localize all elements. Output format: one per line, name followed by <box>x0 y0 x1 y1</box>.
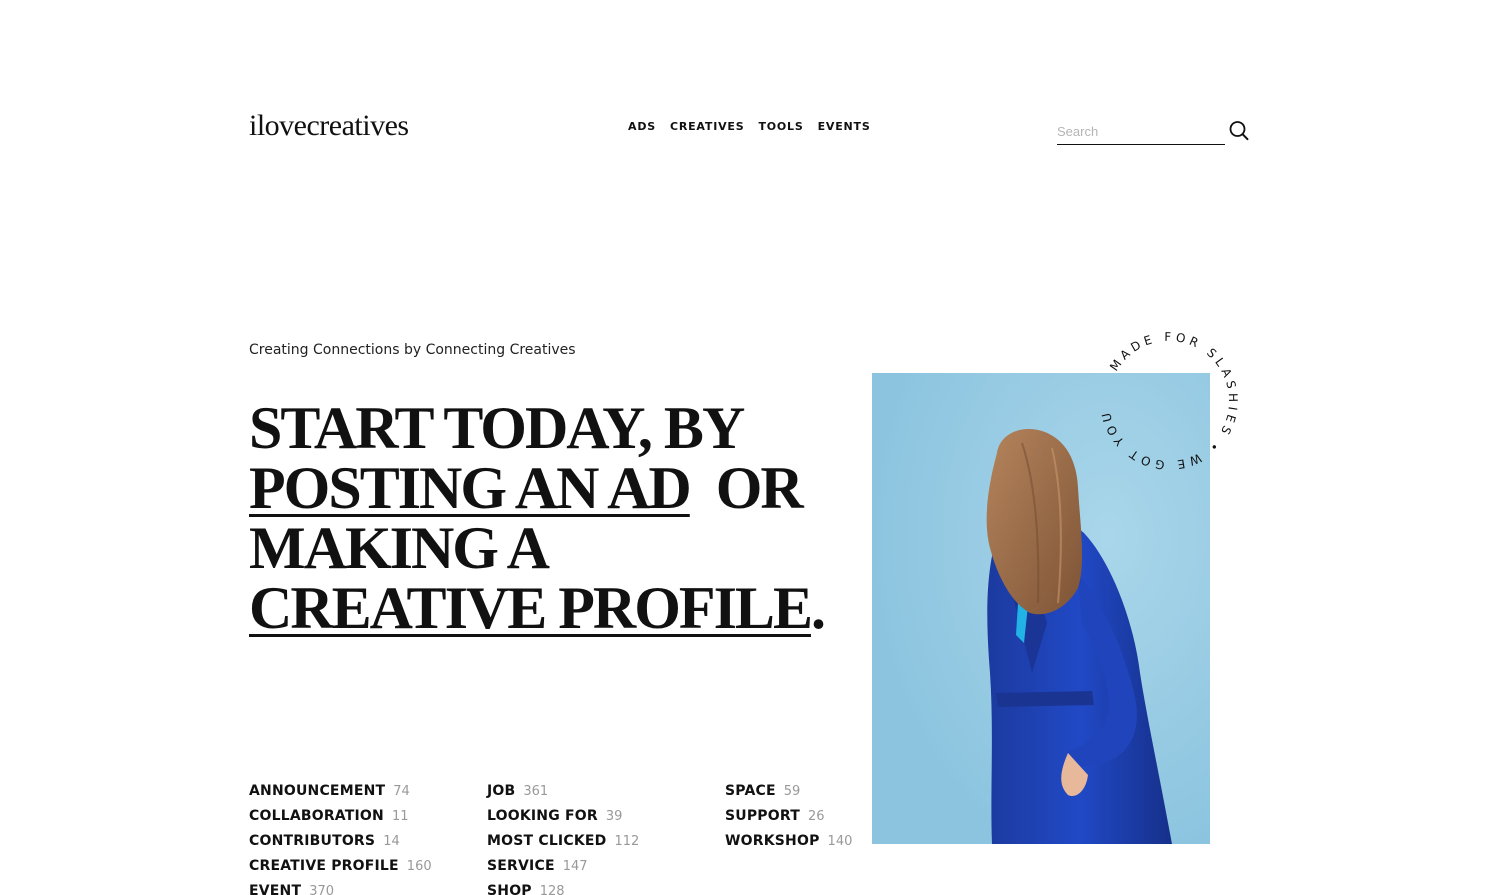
category-count: 147 <box>562 859 588 874</box>
category-count: 112 <box>614 834 640 849</box>
search-input[interactable] <box>1057 118 1225 144</box>
category-count: 11 <box>391 809 409 824</box>
category-item-creative-profile[interactable]: CREATIVE PROFILE 160 <box>249 858 487 883</box>
category-item-service[interactable]: SERVICE 147 <box>487 858 725 883</box>
category-count: 74 <box>393 784 410 799</box>
category-count: 14 <box>383 834 400 849</box>
category-label: SHOP <box>487 883 532 895</box>
category-item-most-clicked[interactable]: MOST CLICKED 112 <box>487 833 725 858</box>
hero-line-3: MAKING A <box>249 515 550 581</box>
category-label: SUPPORT <box>725 808 800 824</box>
category-count: 128 <box>539 884 565 895</box>
hero-line-2: POSTING AN AD OR <box>249 458 849 518</box>
category-count: 39 <box>605 809 623 824</box>
category-item-job[interactable]: JOB 361 <box>487 783 725 808</box>
svg-text:MADE FOR SLASHIES • WE GOT YOU: MADE FOR SLASHIES • WE GOT YOU <box>1098 330 1240 472</box>
category-item-shop[interactable]: SHOP 128 <box>487 883 725 895</box>
category-column: JOB 361 LOOKING FOR 39 MOST CLICKED 112 SER… <box>487 783 725 895</box>
search-icon <box>1229 121 1249 141</box>
hero-line-1: START TODAY, BY <box>249 395 745 461</box>
made-for-slashies-badge: MADE FOR SLASHIES • WE GOT YOU <box>1098 330 1240 472</box>
category-count: 370 <box>309 884 335 895</box>
hero-heading: START TODAY, BY POSTING AN AD OR MAKING … <box>249 398 849 638</box>
tagline: Creating Connections by Connecting Creat… <box>249 342 576 358</box>
category-label: LOOKING FOR <box>487 808 598 824</box>
category-label: SERVICE <box>487 858 555 874</box>
category-count: 59 <box>783 784 801 799</box>
nav-item-creatives[interactable]: CREATIVES <box>670 120 744 134</box>
category-label: WORKSHOP <box>725 833 820 849</box>
category-count: 140 <box>827 834 853 849</box>
category-label: MOST CLICKED <box>487 833 607 849</box>
nav-item-tools[interactable]: TOOLS <box>758 120 803 134</box>
category-count: 160 <box>406 859 432 874</box>
creative-profile-link[interactable]: CREATIVE PROFILE <box>249 575 813 641</box>
category-item-contributors[interactable]: CONTRIBUTORS 14 <box>249 833 487 858</box>
category-count: 26 <box>807 809 825 824</box>
category-label: CREATIVE PROFILE <box>249 858 399 874</box>
main-nav: ADS CREATIVES TOOLS EVENTS <box>628 120 871 134</box>
nav-item-events[interactable]: EVENTS <box>818 120 871 134</box>
category-count: 361 <box>523 784 549 799</box>
category-item-event[interactable]: EVENT 370 <box>249 883 487 895</box>
hero-line-4: CREATIVE PROFILE. <box>249 578 849 638</box>
category-column: ANNOUNCEMENT 74 COLLABORATION 11 CONTRIBUT… <box>249 783 487 895</box>
site-logo[interactable]: ilovecreatives <box>249 108 409 144</box>
badge-text: MADE FOR SLASHIES • WE GOT YOU <box>1098 330 1236 472</box>
post-ad-link[interactable]: POSTING AN AD <box>249 455 692 521</box>
category-label: COLLABORATION <box>249 808 384 824</box>
category-label: EVENT <box>249 883 302 895</box>
nav-item-ads[interactable]: ADS <box>628 120 656 134</box>
category-label: ANNOUNCEMENT <box>249 783 386 799</box>
category-item-collaboration[interactable]: COLLABORATION 11 <box>249 808 487 833</box>
category-list: ANNOUNCEMENT 74 COLLABORATION 11 CONTRIBUT… <box>249 783 963 895</box>
hero-period: . <box>810 575 826 641</box>
category-item-looking-for[interactable]: LOOKING FOR 39 <box>487 808 725 833</box>
search-button[interactable] <box>1228 119 1250 141</box>
hero-or-text: OR <box>715 455 804 521</box>
category-item-announcement[interactable]: ANNOUNCEMENT 74 <box>249 783 487 808</box>
category-label: JOB <box>487 783 516 799</box>
category-label: SPACE <box>725 783 776 799</box>
search-box <box>1057 118 1225 145</box>
category-label: CONTRIBUTORS <box>249 833 376 849</box>
